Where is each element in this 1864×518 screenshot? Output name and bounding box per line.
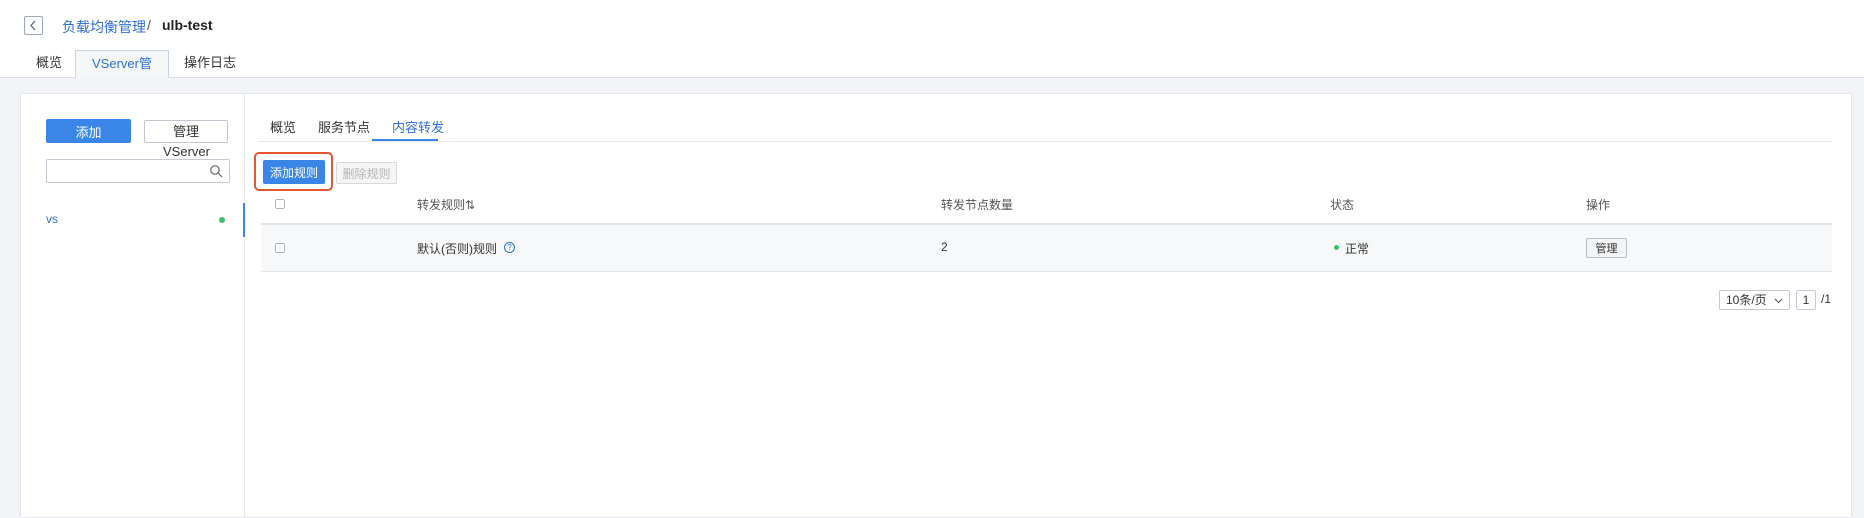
breadcrumb-parent-link[interactable]: 负载均衡管理: [62, 17, 146, 37]
help-icon[interactable]: ?: [504, 242, 515, 253]
page-number-input[interactable]: 1: [1796, 290, 1816, 310]
header-node-count: 转发节点数量: [941, 198, 1014, 212]
tab-overview[interactable]: 概览: [24, 50, 74, 78]
status-dot-icon: [1334, 245, 1339, 250]
breadcrumb-current: ulb-test: [162, 17, 213, 33]
tab-log[interactable]: 操作日志: [172, 50, 248, 78]
vserver-name: vs: [46, 212, 58, 226]
top-bar: 负载均衡管理 / ulb-test 概览 VServer管理 操作日志: [0, 0, 1864, 97]
header-action: 操作: [1586, 198, 1611, 212]
active-indicator: [243, 203, 245, 237]
manage-vserver-button-overflow-text: VServer: [163, 144, 210, 159]
header-status: 状态: [1330, 198, 1355, 212]
select-all-checkbox[interactable]: [275, 199, 285, 209]
page-size-value: 10条/页: [1726, 293, 1767, 307]
delete-rule-button[interactable]: 删除规则: [336, 162, 397, 184]
subtab-divider: [258, 141, 1832, 142]
vserver-search-input[interactable]: [46, 159, 230, 183]
add-rule-button[interactable]: 添加规则: [263, 160, 325, 184]
tab-vserver[interactable]: VServer管理: [75, 50, 169, 97]
add-vserver-button[interactable]: 添加: [46, 119, 131, 143]
header-rule[interactable]: 转发规则⇅: [417, 196, 475, 213]
subtab-active-underline: [372, 139, 438, 141]
row-manage-button[interactable]: 管理: [1586, 238, 1627, 258]
vserver-sidebar: [20, 93, 245, 518]
vserver-list-item[interactable]: vs: [20, 203, 245, 237]
search-icon[interactable]: [209, 164, 223, 178]
manage-vserver-button[interactable]: 管理: [144, 120, 228, 143]
chevron-left-icon: [30, 20, 36, 31]
chevron-down-icon: [1774, 298, 1783, 304]
subtab-overview[interactable]: 概览: [270, 117, 296, 136]
status-text: 正常: [1345, 242, 1370, 256]
back-button[interactable]: [24, 16, 43, 35]
breadcrumb-separator: /: [147, 17, 151, 33]
status-dot-icon: [219, 217, 225, 223]
subtab-service-nodes[interactable]: 服务节点: [318, 117, 370, 136]
subtab-content-forwarding[interactable]: 内容转发: [392, 117, 444, 136]
page-size-select[interactable]: 10条/页: [1719, 290, 1790, 310]
page-total: /1: [1821, 292, 1832, 306]
node-count: 2: [941, 240, 948, 254]
rule-name: 默认(否则)规则: [417, 242, 497, 256]
row-checkbox[interactable]: [275, 243, 285, 253]
